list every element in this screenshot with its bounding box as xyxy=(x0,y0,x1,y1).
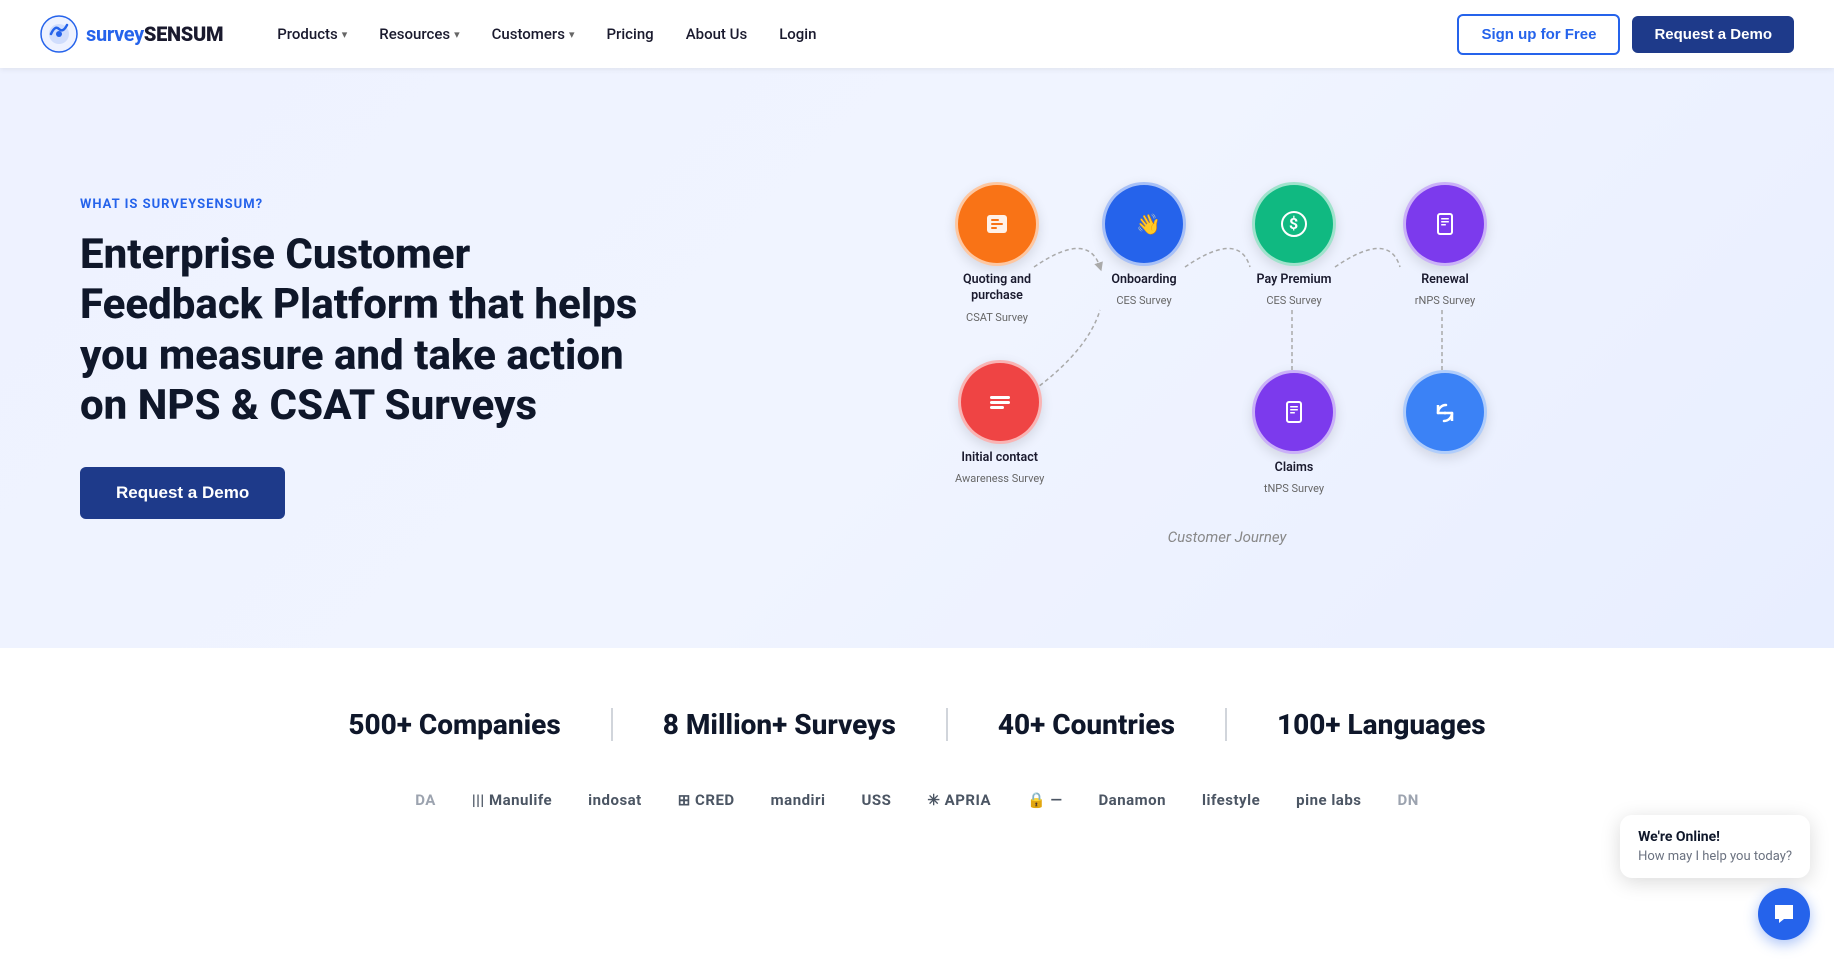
chat-bubble: We're Online! How may I help you today? xyxy=(1620,815,1810,878)
chat-icon xyxy=(1771,901,1797,927)
brand-danamon: Danamon xyxy=(1098,791,1166,809)
demo-button-nav[interactable]: Request a Demo xyxy=(1632,16,1794,53)
hero-left: WHAT IS SURVEYSENSUM? Enterprise Custome… xyxy=(80,197,640,520)
brand-lifestyle: lifestyle xyxy=(1202,791,1260,809)
brand-dn: DN xyxy=(1397,791,1418,809)
resources-chevron-icon: ▾ xyxy=(454,28,460,41)
brand-apria: ✳ APRIA xyxy=(927,791,991,809)
node-label-renewal: Renewal xyxy=(1421,272,1469,288)
brand-uss: USS xyxy=(861,791,891,809)
node-sublabel-initial: Awareness Survey xyxy=(955,472,1044,485)
products-chevron-icon: ▾ xyxy=(342,28,348,41)
node-label-paypremium: Pay Premium xyxy=(1257,272,1332,288)
stat-languages: 100+ Languages xyxy=(1227,708,1536,741)
brand-indosat: indosat xyxy=(588,791,642,809)
node-onboarding: 👋 Onboarding CES Survey xyxy=(1102,182,1186,307)
brand-cred: ⊞ CRED xyxy=(678,791,735,809)
stats-section: 500+ Companies 8 Million+ Surveys 40+ Co… xyxy=(0,648,1834,859)
chat-prompt-label: How may I help you today? xyxy=(1638,849,1792,864)
stat-companies: 500+ Companies xyxy=(298,708,612,741)
chat-button[interactable] xyxy=(1758,888,1810,940)
nav-customers[interactable]: Customers ▾ xyxy=(478,17,589,51)
node-label-claims: Claims xyxy=(1275,460,1314,476)
stat-surveys: 8 Million+ Surveys xyxy=(613,708,948,741)
stats-row: 500+ Companies 8 Million+ Surveys 40+ Co… xyxy=(40,708,1794,741)
demo-button-hero[interactable]: Request a Demo xyxy=(80,467,285,519)
journey-diagram: Quoting andpurchase CSAT Survey Initial … xyxy=(907,170,1547,510)
svg-text:👋: 👋 xyxy=(1136,212,1161,236)
nav-products[interactable]: Products ▾ xyxy=(263,17,361,51)
node-circle-claims xyxy=(1252,370,1336,454)
node-circle-retention xyxy=(1403,370,1487,454)
brand-manulife: ||| Manulife xyxy=(472,791,552,809)
nav-cta: Sign up for Free Request a Demo xyxy=(1457,14,1794,55)
brands-row: DA ||| Manulife indosat ⊞ CRED mandiri U… xyxy=(40,791,1794,809)
node-initial: Initial contact Awareness Survey xyxy=(955,360,1044,485)
node-sublabel-claims: tNPS Survey xyxy=(1264,482,1324,495)
hero-section: WHAT IS SURVEYSENSUM? Enterprise Custome… xyxy=(0,68,1834,648)
node-circle-quoting xyxy=(955,182,1039,266)
hero-right: Quoting andpurchase CSAT Survey Initial … xyxy=(700,170,1754,546)
nav-resources[interactable]: Resources ▾ xyxy=(365,17,473,51)
chat-widget: We're Online! How may I help you today? xyxy=(1620,815,1810,940)
stat-countries: 40+ Countries xyxy=(948,708,1227,741)
brand-mandiri: mandiri xyxy=(771,791,826,809)
hero-eyebrow: WHAT IS SURVEYSENSUM? xyxy=(80,197,640,212)
navbar: surveySENSUM Products ▾ Resources ▾ Cust… xyxy=(0,0,1834,68)
node-circle-onboarding: 👋 xyxy=(1102,182,1186,266)
nav-about[interactable]: About Us xyxy=(672,17,762,51)
node-sublabel-paypremium: CES Survey xyxy=(1266,294,1321,307)
node-circle-renewal xyxy=(1403,182,1487,266)
node-sublabel-renewal: rNPS Survey xyxy=(1415,294,1475,307)
svg-text:$: $ xyxy=(1289,214,1298,233)
node-paypremium: $ Pay Premium CES Survey xyxy=(1252,182,1336,307)
node-label-initial: Initial contact xyxy=(961,450,1038,466)
node-label-quoting: Quoting andpurchase xyxy=(963,272,1031,305)
node-quoting: Quoting andpurchase CSAT Survey xyxy=(955,182,1039,324)
node-sublabel-quoting: CSAT Survey xyxy=(966,311,1028,324)
logo[interactable]: surveySENSUM xyxy=(40,15,223,53)
brand-pinelabs: pine labs xyxy=(1296,791,1361,809)
node-label-onboarding: Onboarding xyxy=(1111,272,1176,288)
signup-button[interactable]: Sign up for Free xyxy=(1457,14,1620,55)
customers-chevron-icon: ▾ xyxy=(569,28,575,41)
hero-title: Enterprise Customer Feedback Platform th… xyxy=(80,230,640,432)
logo-icon xyxy=(40,15,78,53)
nav-pricing[interactable]: Pricing xyxy=(592,17,667,51)
brand-name: surveySENSUM xyxy=(86,22,223,46)
node-renewal: Renewal rNPS Survey xyxy=(1403,182,1487,307)
brand-lock: 🔒 — xyxy=(1027,791,1062,809)
brand-da: DA xyxy=(415,791,436,809)
node-circle-initial xyxy=(958,360,1042,444)
node-sublabel-onboarding: CES Survey xyxy=(1116,294,1171,307)
nav-links: Products ▾ Resources ▾ Customers ▾ Prici… xyxy=(263,17,1457,51)
chat-online-label: We're Online! xyxy=(1638,829,1792,845)
journey-caption: Customer Journey xyxy=(1168,528,1287,546)
node-claims: Claims tNPS Survey xyxy=(1252,370,1336,495)
node-retention xyxy=(1403,370,1487,466)
node-circle-paypremium: $ xyxy=(1252,182,1336,266)
nav-login[interactable]: Login xyxy=(765,17,830,51)
